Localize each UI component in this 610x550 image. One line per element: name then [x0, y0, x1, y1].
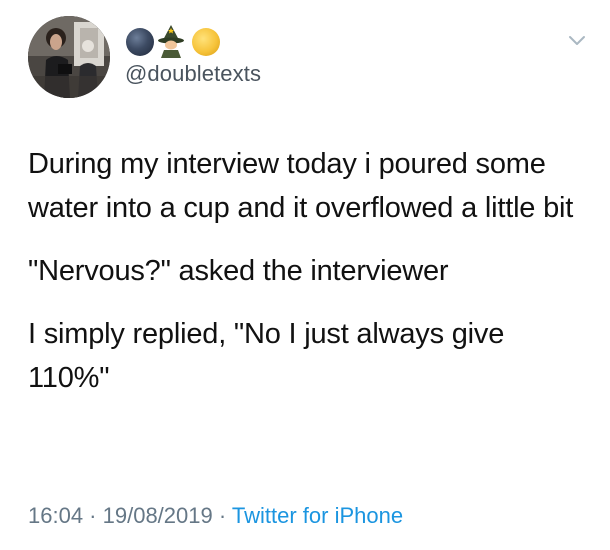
avatar[interactable]	[28, 16, 110, 98]
chevron-down-icon[interactable]	[568, 34, 586, 48]
avatar-photo	[28, 16, 110, 98]
tweet-text: During my interview today i poured some …	[28, 142, 588, 419]
tweet-paragraph: I simply replied, "No I just always give…	[28, 318, 505, 394]
user-handle[interactable]: @doubletexts	[125, 60, 261, 88]
tweet-paragraph: "Nervous?" asked the interviewer	[28, 255, 449, 287]
tweet-source[interactable]: Twitter for iPhone	[232, 503, 403, 528]
separator-dot: ·	[83, 503, 103, 528]
tweet-time[interactable]: 16:04	[28, 503, 83, 528]
separator-dot: ·	[212, 503, 232, 528]
new-moon-face-icon	[126, 28, 154, 56]
full-moon-icon	[192, 28, 220, 56]
tweet-metadata: 16:04 · 19/08/2019 · Twitter for iPhone	[28, 502, 403, 530]
mage-icon	[158, 25, 184, 58]
tweet-paragraph: During my interview today i poured some …	[28, 148, 574, 224]
tweet-card: @doubletexts During my interview today i…	[0, 0, 610, 550]
tweet-date[interactable]: 19/08/2019	[103, 503, 213, 528]
